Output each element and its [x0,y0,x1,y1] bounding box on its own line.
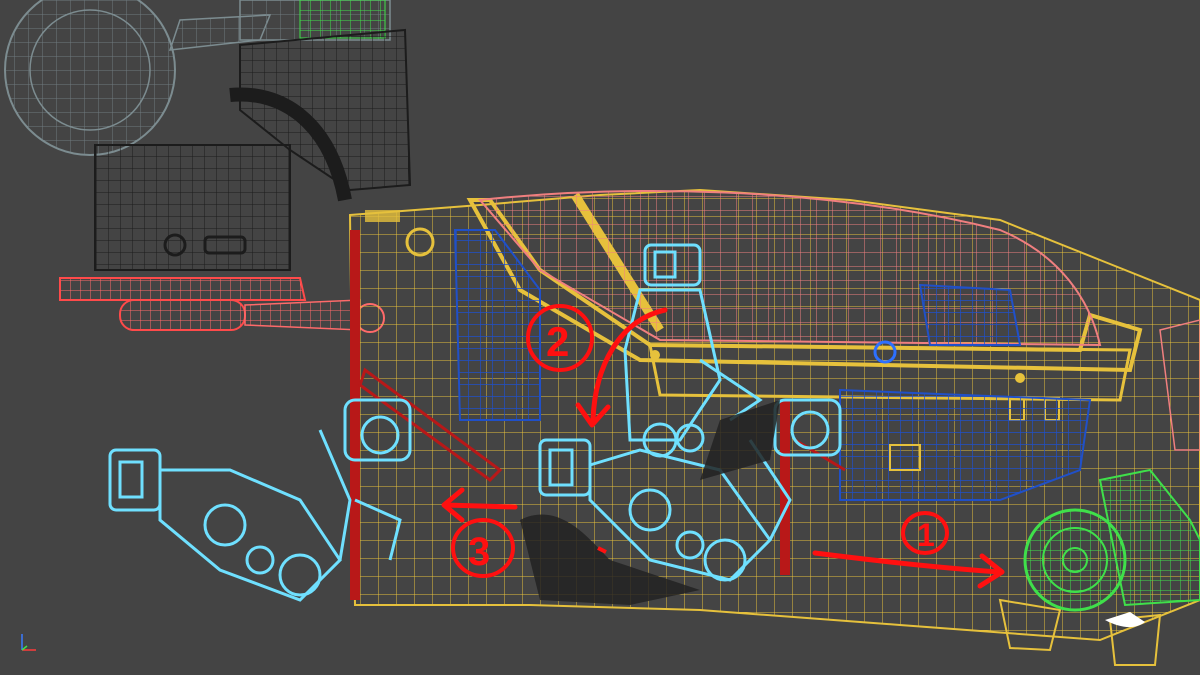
red-mount-plate [59,277,385,333]
annotation-label-1: 1 [917,517,935,553]
axis-gizmo-icon [21,634,36,651]
wireframe-scene[interactable]: 2 3 1 [0,0,1200,675]
annotation-arrow-3 [442,502,518,510]
annotation-label-2: 2 [546,318,569,365]
viewport-3d[interactable]: 2 3 1 [0,0,1200,675]
annotation-label-3: 3 [468,530,490,574]
